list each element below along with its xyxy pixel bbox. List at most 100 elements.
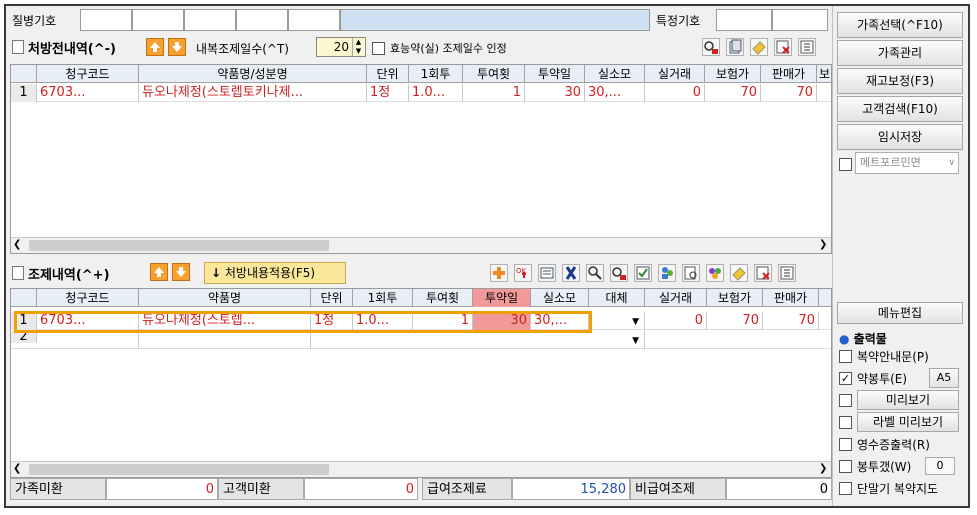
users-icon[interactable] <box>658 264 676 282</box>
insurance-cell[interactable]: 70 <box>705 84 761 102</box>
days-cell[interactable]: 30 <box>525 84 585 102</box>
metformin-combo[interactable]: 메트포르민면 ∨ <box>855 152 959 174</box>
table-row[interactable]: 1 6703... 듀오나제정(스토렙토키나제... 1정 1.0... 1 3… <box>11 84 831 102</box>
special-code-field-1[interactable] <box>716 9 772 31</box>
col-claim-code[interactable]: 청구코드 <box>37 289 139 307</box>
move-down-icon[interactable] <box>172 263 190 281</box>
col-dose[interactable]: 1회투 <box>353 289 413 307</box>
unit-cell[interactable]: 1정 <box>367 84 409 102</box>
envelope-count-checkbox[interactable] <box>839 460 852 473</box>
drug-name-cell[interactable]: 듀오나제정(스토렙토키나제... <box>139 84 367 102</box>
palette-icon[interactable] <box>706 264 724 282</box>
col-freq[interactable]: 투여횟 <box>463 65 525 83</box>
guide-print-checkbox[interactable] <box>839 350 852 363</box>
envelope-size-button[interactable]: A5 <box>929 368 959 388</box>
move-up-icon[interactable] <box>150 263 168 281</box>
col-sale[interactable]: 판매가 <box>763 289 819 307</box>
delete-row-icon[interactable] <box>774 38 792 56</box>
freq-cell[interactable]: 1 <box>463 84 525 102</box>
disease-code-field-4[interactable] <box>236 9 288 31</box>
col-claim-code[interactable]: 청구코드 <box>37 65 139 83</box>
sale-cell[interactable]: 70 <box>761 84 817 102</box>
delete-row-icon[interactable] <box>754 264 772 282</box>
spin-arrows-icon[interactable]: ▲ ▼ <box>352 38 364 56</box>
dose-cell[interactable]: 1.0... <box>409 84 463 102</box>
prescription-hscrollbar[interactable]: ❮ ❯ <box>11 237 831 253</box>
family-manage-button[interactable]: 가족관리 <box>837 40 963 66</box>
apply-prescription-button[interactable]: ↓ 처방내용적용(F5) <box>204 262 346 284</box>
disease-code-field-2[interactable] <box>132 9 184 31</box>
eraser-icon[interactable] <box>730 264 748 282</box>
disease-code-field-5[interactable] <box>288 9 340 31</box>
disease-code-field-1[interactable] <box>80 9 132 31</box>
real-trade-cell[interactable]: 0 <box>645 84 705 102</box>
col-sale[interactable]: 판매가 <box>761 65 817 83</box>
envelope-checkbox[interactable]: ✓ <box>839 372 852 385</box>
disease-code-field-3[interactable] <box>184 9 236 31</box>
col-usage[interactable]: 실소모 <box>531 289 589 307</box>
temp-save-button[interactable]: 임시저장 <box>837 124 963 150</box>
drug-info-icon[interactable] <box>702 38 720 56</box>
col-drug-name[interactable]: 약품명 <box>139 289 311 307</box>
label-preview-checkbox[interactable] <box>839 416 852 429</box>
claim-code-cell[interactable] <box>37 331 139 349</box>
eraser-icon[interactable] <box>750 38 768 56</box>
col-extra[interactable]: 보 <box>817 65 831 83</box>
col-unit[interactable]: 단위 <box>311 289 353 307</box>
scroll-thumb[interactable] <box>29 464 329 475</box>
delete-all-icon[interactable] <box>778 264 796 282</box>
move-up-icon[interactable] <box>146 38 164 56</box>
envelope-count-input[interactable]: 0 <box>925 457 955 475</box>
drug-info-icon[interactable] <box>610 264 628 282</box>
col-substitute[interactable]: 대체 <box>589 289 645 307</box>
insurance-cell[interactable]: 70 <box>707 312 763 330</box>
col-real-trade[interactable]: 실거래 <box>645 289 707 307</box>
table-row[interactable]: 2 ▼ <box>11 331 831 349</box>
preview-checkbox[interactable] <box>839 394 852 407</box>
col-real-trade[interactable]: 실거래 <box>645 65 705 83</box>
menu-edit-button[interactable]: 메뉴편집 <box>837 302 963 324</box>
stock-adjust-button[interactable]: 재고보정(F3) <box>837 68 963 94</box>
scroll-right-icon[interactable]: ❯ <box>819 463 827 474</box>
usage-cell[interactable]: 30,... <box>585 84 645 102</box>
sale-cell[interactable]: 70 <box>763 312 819 330</box>
special-code-field-2[interactable] <box>772 9 828 31</box>
search-drug-icon[interactable] <box>586 264 604 282</box>
scroll-left-icon[interactable]: ❮ <box>13 239 21 250</box>
scroll-right-icon[interactable]: ❯ <box>819 239 827 250</box>
col-unit[interactable]: 단위 <box>367 65 409 83</box>
col-insurance[interactable]: 보험가 <box>705 65 761 83</box>
copy-icon[interactable] <box>726 38 744 56</box>
scroll-thumb[interactable] <box>29 240 329 251</box>
add-drug-icon[interactable] <box>490 264 508 282</box>
label-preview-button[interactable]: 라벨 미리보기 <box>857 412 959 432</box>
preview-icon[interactable] <box>682 264 700 282</box>
col-drug-name[interactable]: 약품명/성분명 <box>139 65 367 83</box>
customer-search-button[interactable]: 고객검색(F10) <box>837 96 963 122</box>
col-days[interactable]: 투약일 <box>473 289 531 307</box>
dispense-hscrollbar[interactable]: ❮ ❯ <box>11 461 831 477</box>
receipt-checkbox[interactable] <box>839 438 852 451</box>
prescription-grid[interactable]: 청구코드 약품명/성분명 단위 1회투 투여횟 투약일 실소모 실거래 보험가 … <box>10 64 832 254</box>
family-select-button[interactable]: 가족선택(^F10) <box>837 12 963 38</box>
metformin-checkbox[interactable] <box>839 158 852 171</box>
col-dose[interactable]: 1회투 <box>409 65 463 83</box>
delete-all-icon[interactable] <box>798 38 816 56</box>
check-list-icon[interactable] <box>634 264 652 282</box>
claim-code-cell[interactable]: 6703... <box>37 84 139 102</box>
equiv-days-checkbox[interactable] <box>372 42 385 55</box>
scroll-left-icon[interactable]: ❮ <box>13 463 21 474</box>
col-freq[interactable]: 투여횟 <box>413 289 473 307</box>
dispense-grid[interactable]: 청구코드 약품명 단위 1회투 투여횟 투약일 실소모 대체 실거래 보험가 판… <box>10 288 832 478</box>
cut-icon[interactable] <box>562 264 580 282</box>
inventory-icon[interactable] <box>538 264 556 282</box>
terminal-guide-checkbox[interactable] <box>839 482 852 495</box>
col-usage[interactable]: 실소모 <box>585 65 645 83</box>
move-down-icon[interactable] <box>168 38 186 56</box>
real-trade-cell[interactable]: 0 <box>645 312 707 330</box>
substitute-dropdown[interactable]: ▼ <box>589 331 645 349</box>
col-insurance[interactable]: 보험가 <box>707 289 763 307</box>
otc-plus-icon[interactable]: OK <box>514 264 532 282</box>
substitute-dropdown[interactable]: ▼ <box>589 312 645 330</box>
preview-button[interactable]: 미리보기 <box>857 390 959 410</box>
